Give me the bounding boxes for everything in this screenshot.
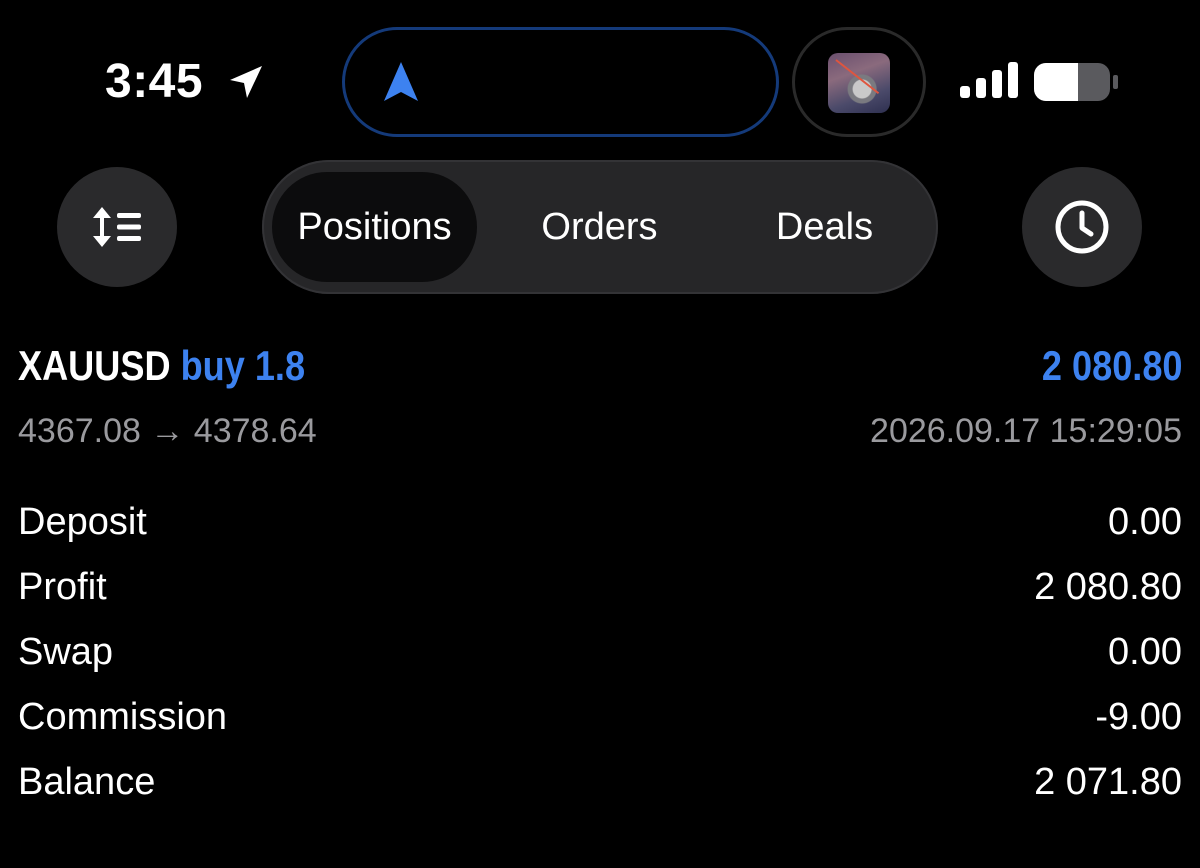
position-prices: 4367.08 → 4378.64 xyxy=(18,412,317,450)
detail-row-swap: Swap 0.00 xyxy=(18,624,1182,680)
detail-value: 2 080.80 xyxy=(1034,566,1182,608)
battery-icon xyxy=(1034,63,1118,101)
location-arrow-icon xyxy=(230,66,262,98)
detail-value: 0.00 xyxy=(1108,631,1182,673)
detail-value: -9.00 xyxy=(1095,696,1182,738)
detail-label: Balance xyxy=(18,761,156,803)
detail-label: Swap xyxy=(18,631,114,673)
navigation-arrow-icon xyxy=(384,62,418,101)
tab-positions[interactable]: Positions xyxy=(272,172,477,282)
history-button[interactable] xyxy=(1022,167,1142,287)
detail-row-deposit: Deposit 0.00 xyxy=(18,494,1182,550)
status-time: 3:45 xyxy=(105,55,204,108)
position-profit: 2 080.80 xyxy=(1041,342,1182,389)
tab-deals[interactable]: Deals xyxy=(722,172,927,282)
sort-button[interactable] xyxy=(57,167,177,287)
sort-icon xyxy=(93,207,141,247)
position-side: buy 1.8 xyxy=(180,342,306,389)
detail-row-profit: Profit 2 080.80 xyxy=(18,559,1182,615)
detail-label: Profit xyxy=(18,566,107,608)
detail-row-commission: Commission -9.00 xyxy=(18,689,1182,745)
detail-value: 2 071.80 xyxy=(1034,761,1182,803)
detail-value: 0.00 xyxy=(1108,501,1182,543)
signal-icon xyxy=(960,62,1018,98)
position-symbol: XAUUSD xyxy=(18,342,171,389)
media-thumbnail xyxy=(828,53,890,113)
live-activity-thumbnail[interactable] xyxy=(792,27,926,137)
clock-icon xyxy=(1055,200,1109,254)
detail-label: Deposit xyxy=(18,501,147,543)
tab-orders[interactable]: Orders xyxy=(502,172,697,282)
detail-label: Commission xyxy=(18,696,228,738)
tab-bar: Positions Orders Deals xyxy=(262,160,938,294)
position-time: 2026.09.17 15:29:05 xyxy=(870,412,1182,450)
position-title[interactable]: XAUUSD buy 1.8 xyxy=(18,338,305,394)
dynamic-island[interactable] xyxy=(342,27,779,137)
detail-row-balance: Balance 2 071.80 xyxy=(18,754,1182,810)
